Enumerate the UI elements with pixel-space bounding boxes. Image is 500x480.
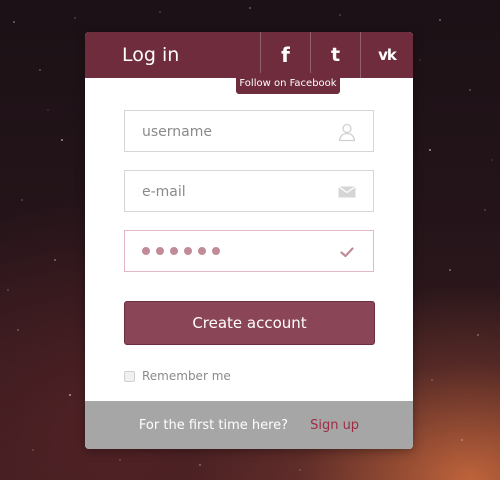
password-dot (212, 247, 220, 255)
password-field[interactable] (124, 230, 374, 272)
password-dot (156, 247, 164, 255)
username-field[interactable] (124, 110, 374, 153)
password-dot (142, 247, 150, 255)
sign-up-link[interactable]: Sign up (310, 418, 359, 433)
password-dot (184, 247, 192, 255)
email-input[interactable] (125, 171, 344, 213)
checkmark-icon (340, 247, 354, 258)
envelope-icon (338, 186, 356, 198)
signup-card: Log in f t vk Create account Rem (85, 32, 413, 449)
facebook-icon: f (281, 43, 290, 67)
email-field[interactable] (124, 170, 374, 213)
vk-button[interactable]: vk (360, 32, 413, 78)
first-time-text: For the first time here? (138, 417, 289, 433)
twitter-icon: t (330, 44, 341, 66)
username-input[interactable] (125, 111, 344, 153)
vk-icon: vk (378, 46, 397, 64)
remember-me-row[interactable]: Remember me (124, 369, 231, 383)
password-mask (142, 247, 220, 255)
password-dot (170, 247, 178, 255)
facebook-tooltip: Follow on Facebook (236, 68, 340, 94)
page-title: Log in (122, 44, 180, 66)
remember-me-label: Remember me (142, 369, 231, 383)
password-dot (198, 247, 206, 255)
create-account-button[interactable]: Create account (124, 301, 375, 345)
remember-me-checkbox[interactable] (124, 370, 135, 382)
card-header: Log in f t vk (85, 32, 413, 78)
user-icon (338, 123, 356, 142)
twitter-button[interactable]: t (310, 32, 360, 78)
card-footer: For the first time here? Sign up (85, 401, 413, 449)
